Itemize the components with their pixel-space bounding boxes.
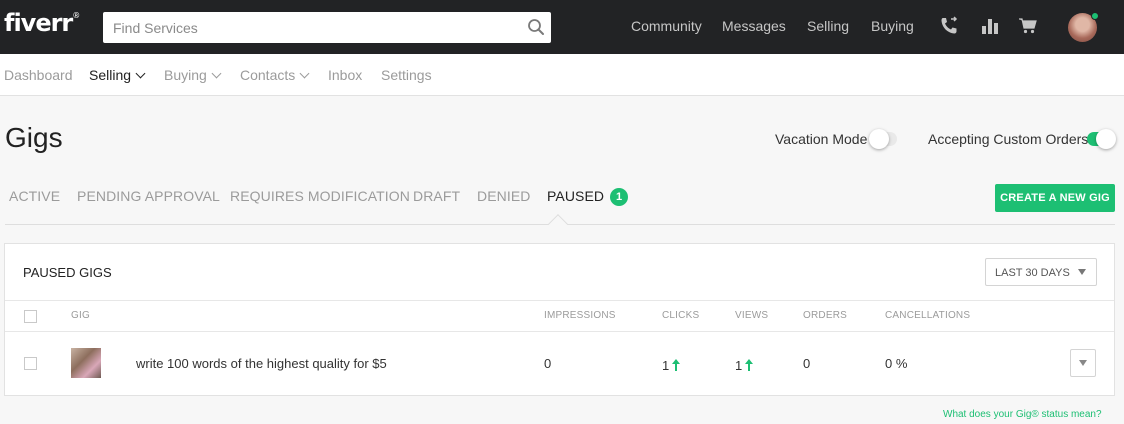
- chevron-down-icon: [211, 68, 222, 79]
- subnav-contacts-label: Contacts: [240, 67, 296, 83]
- secondary-navigation: Dashboard Selling Buying Contacts Inbox …: [0, 54, 1124, 96]
- arrow-up-icon: [745, 359, 754, 371]
- column-header-cancellations: CANCELLATIONS: [885, 310, 971, 321]
- subnav-selling-label: Selling: [89, 67, 132, 83]
- subnav-settings[interactable]: Settings: [381, 67, 432, 83]
- cancellations-value: 0 %: [885, 356, 908, 371]
- fiverr-logo[interactable]: fiverr®: [4, 9, 80, 37]
- toggle-knob: [869, 129, 889, 149]
- phone-icon[interactable]: [939, 16, 959, 36]
- divider: [5, 300, 1114, 301]
- subnav-inbox-label: Inbox: [328, 67, 363, 83]
- search-box: [103, 12, 551, 43]
- column-header-views: VIEWS: [735, 310, 769, 321]
- top-navigation-bar: fiverr® Community Messages Selling Buyin…: [0, 0, 1124, 54]
- create-new-gig-button[interactable]: CREATE A NEW GIG: [995, 184, 1115, 212]
- column-header-impressions: IMPRESSIONS: [544, 310, 616, 321]
- subnav-dashboard[interactable]: Dashboard: [4, 67, 73, 83]
- online-status-indicator: [1091, 12, 1099, 20]
- chevron-down-icon: [135, 68, 146, 79]
- tab-active[interactable]: ACTIVE: [9, 188, 60, 204]
- custom-orders-toggle[interactable]: [1087, 129, 1116, 149]
- tab-requires-modification[interactable]: REQUIRES MODIFICATION: [230, 188, 410, 204]
- subnav-buying[interactable]: Buying: [164, 67, 222, 83]
- tab-paused[interactable]: PAUSED 1: [547, 188, 629, 207]
- active-tab-pointer: [548, 214, 568, 234]
- panel-title: PAUSED GIGS: [23, 265, 112, 280]
- date-range-select[interactable]: LAST 30 DAYS: [985, 258, 1097, 286]
- chevron-down-icon: [299, 68, 310, 79]
- gig-title-link[interactable]: write 100 words of the highest quality f…: [136, 356, 387, 371]
- cart-icon[interactable]: [1018, 16, 1038, 36]
- page-title: Gigs: [5, 122, 63, 153]
- tab-denied[interactable]: DENIED: [477, 188, 531, 204]
- subnav-buying-label: Buying: [164, 67, 207, 83]
- views-value: 1: [735, 358, 743, 373]
- vacation-mode-label: Vacation Mode: [775, 131, 868, 147]
- tab-paused-label: PAUSED: [547, 188, 605, 204]
- subnav-dashboard-label: Dashboard: [4, 67, 73, 83]
- search-input[interactable]: [103, 12, 551, 43]
- caret-down-icon: [1079, 360, 1087, 366]
- nav-community[interactable]: Community: [631, 18, 702, 34]
- subnav-selling[interactable]: Selling: [89, 67, 146, 83]
- divider: [5, 331, 1114, 332]
- select-all-checkbox[interactable]: [24, 310, 37, 323]
- toggle-knob: [1096, 129, 1116, 149]
- paused-count-badge: 1: [610, 188, 629, 206]
- gig-thumbnail[interactable]: [71, 348, 101, 378]
- subnav-settings-label: Settings: [381, 67, 432, 83]
- row-actions-dropdown[interactable]: [1070, 349, 1096, 377]
- subnav-contacts[interactable]: Contacts: [240, 67, 310, 83]
- column-header-orders: ORDERS: [803, 310, 847, 321]
- paused-gigs-panel: PAUSED GIGS LAST 30 DAYS GIG IMPRESSIONS…: [4, 243, 1115, 396]
- impressions-value: 0: [544, 356, 552, 371]
- nav-messages[interactable]: Messages: [722, 18, 786, 34]
- vacation-mode-toggle[interactable]: [869, 129, 897, 149]
- nav-buying[interactable]: Buying: [871, 18, 914, 34]
- subnav-inbox[interactable]: Inbox: [328, 67, 362, 83]
- search-icon[interactable]: [527, 18, 545, 36]
- row-checkbox[interactable]: [24, 357, 37, 370]
- logo-registered-mark: ®: [72, 11, 81, 20]
- tab-draft[interactable]: DRAFT: [413, 188, 460, 204]
- custom-orders-label: Accepting Custom Orders: [928, 131, 1089, 147]
- gig-status-help-link[interactable]: What does your Gig® status mean?: [943, 409, 1102, 420]
- tab-pending-approval[interactable]: PENDING APPROVAL: [77, 188, 220, 204]
- analytics-icon[interactable]: [980, 16, 1000, 36]
- column-header-gig: GIG: [71, 310, 90, 321]
- logo-text: fiverr: [4, 9, 73, 37]
- clicks-cell: 1: [662, 356, 681, 373]
- views-cell: 1: [735, 356, 754, 373]
- nav-selling[interactable]: Selling: [807, 18, 849, 34]
- arrow-up-icon: [672, 359, 681, 371]
- date-range-value: LAST 30 DAYS: [995, 267, 1070, 279]
- clicks-value: 1: [662, 358, 670, 373]
- caret-down-icon: [1078, 269, 1086, 275]
- orders-value: 0: [803, 356, 811, 371]
- column-header-clicks: CLICKS: [662, 310, 700, 321]
